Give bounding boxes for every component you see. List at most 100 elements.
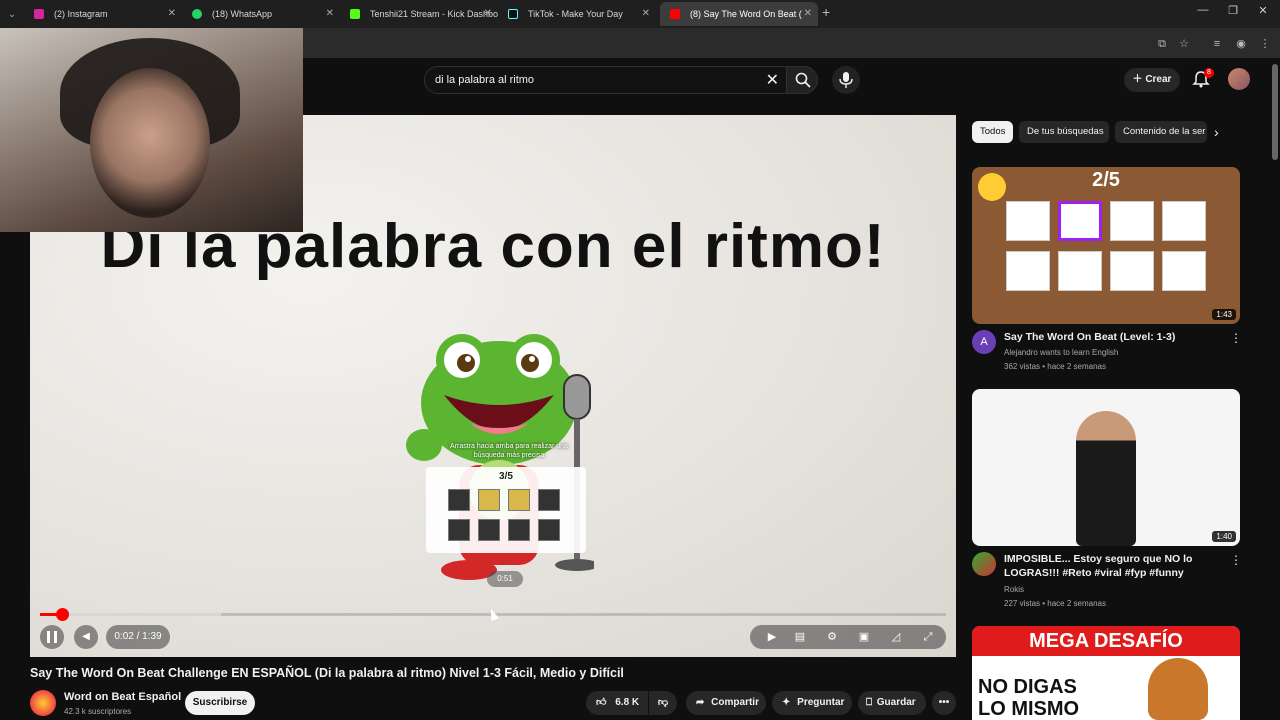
like-button[interactable]: 👍︎ 6.8 K — [586, 691, 648, 715]
preview-cell — [478, 489, 500, 511]
more-vertical-icon[interactable]: ⋮ — [1230, 331, 1242, 345]
preview-cell — [538, 489, 560, 511]
ask-label: Preguntar — [797, 697, 845, 708]
close-tab-icon[interactable]: ✕ — [804, 2, 812, 26]
chip-todos[interactable]: Todos — [972, 121, 1013, 143]
install-app-icon[interactable]: ⧉ — [1155, 37, 1169, 51]
pause-button[interactable] — [40, 625, 64, 649]
subscriber-count: 42.3 k suscriptores — [64, 707, 132, 716]
restore-button[interactable]: ❐ — [1218, 4, 1248, 17]
smiley-emoji-icon — [978, 173, 1006, 201]
browser-tab-instagram[interactable]: (2) Instagram ✕ — [24, 2, 182, 26]
preview-cell — [448, 519, 470, 541]
more-actions-button[interactable]: ••• — [932, 691, 956, 715]
board-cell — [1006, 201, 1050, 241]
profile-icon[interactable]: ◉ — [1234, 37, 1248, 51]
dislike-button[interactable]: 👎︎ — [649, 691, 677, 715]
page-scrollbar[interactable] — [1272, 64, 1278, 160]
volume-button[interactable]: ◀ — [74, 625, 98, 649]
browser-tab-kick[interactable]: Tenshii21 Stream - Kick Dashbo ✕ — [340, 2, 498, 26]
progress-scrubber[interactable] — [56, 608, 69, 621]
browser-menu-icon[interactable]: ⋮ — [1258, 37, 1272, 51]
board-cell — [1058, 251, 1102, 291]
banner-text: MEGA DESAFÍO — [972, 626, 1240, 656]
create-button[interactable]: ＋ Crear — [1124, 68, 1180, 92]
related-thumbnail-1[interactable]: 2/5 1:43 — [972, 167, 1240, 324]
settings-gear-icon[interactable]: ⚙ — [824, 629, 840, 645]
related-channel[interactable]: Alejandro wants to learn English — [1004, 348, 1118, 357]
save-button[interactable]: ⎕ Guardar — [858, 691, 926, 715]
webcam-overlay-image — [0, 28, 303, 232]
share-icon: ➦ — [696, 697, 705, 708]
close-window-button[interactable]: ✕ — [1248, 4, 1278, 17]
subtitles-icon[interactable]: ▤ — [792, 629, 808, 645]
board-cell — [1058, 201, 1102, 241]
browser-tab-youtube[interactable]: (8) Say The Word On Beat ( ✕ — [660, 2, 818, 26]
browser-tab-bar: ⌄ (2) Instagram ✕ (18) WhatsApp ✕ Tenshi… — [0, 0, 1280, 28]
time-display: 0:02 / 1:39 — [106, 625, 170, 649]
chip-contenido[interactable]: Contenido de la ser — [1115, 121, 1207, 143]
close-tab-icon[interactable]: ✕ — [484, 2, 492, 26]
preview-cell — [478, 519, 500, 541]
close-tab-icon[interactable]: ✕ — [642, 2, 650, 26]
chevron-right-icon[interactable]: › — [1214, 124, 1219, 140]
clear-search-icon[interactable]: ✕ — [766, 70, 779, 90]
close-tab-icon[interactable]: ✕ — [326, 2, 334, 26]
preview-cell — [538, 519, 560, 541]
ask-button[interactable]: ✦ Preguntar — [772, 691, 852, 715]
subscribe-button[interactable]: Suscribirse — [185, 691, 255, 715]
create-label: Crear — [1145, 74, 1172, 85]
related-title[interactable]: Say The Word On Beat (Level: 1-3) — [1004, 330, 1222, 344]
more-horizontal-icon: ••• — [938, 697, 950, 708]
tab-label: (2) Instagram — [54, 9, 108, 19]
tab-label: (18) WhatsApp — [212, 9, 273, 19]
bookmark-star-icon[interactable]: ☆ — [1177, 37, 1191, 51]
tab-search-icon[interactable]: ⌄ — [4, 6, 20, 22]
whatsapp-icon — [192, 9, 202, 19]
minimize-button[interactable]: — — [1188, 4, 1218, 16]
microphone-icon — [839, 72, 853, 88]
kick-icon — [350, 9, 360, 19]
share-button[interactable]: ➦ Compartir — [686, 691, 766, 715]
person-figure-image — [1076, 411, 1136, 546]
browser-tab-whatsapp[interactable]: (18) WhatsApp ✕ — [182, 2, 340, 26]
new-tab-button[interactable]: + — [822, 4, 830, 20]
preview-cell — [508, 489, 530, 511]
autoplay-toggle-icon[interactable]: ▶ — [764, 629, 780, 645]
preview-cell — [508, 519, 530, 541]
related-channel-avatar[interactable] — [972, 552, 996, 576]
user-avatar[interactable] — [1228, 68, 1250, 90]
voice-search-button[interactable] — [832, 66, 860, 94]
hover-time-tooltip: 0:51 — [487, 571, 523, 587]
channel-name[interactable]: Word on Beat Español — [64, 691, 181, 703]
thumbs-down-icon: 👎︎ — [657, 697, 669, 708]
preview-cell — [448, 489, 470, 511]
miniplayer-icon[interactable]: ▣ — [856, 629, 872, 645]
more-vertical-icon[interactable]: ⋮ — [1230, 553, 1242, 567]
related-title[interactable]: IMPOSIBLE... Estoy seguro que NO lo LOGR… — [1004, 552, 1222, 580]
browser-tab-tiktok[interactable]: TikTok - Make Your Day ✕ — [498, 2, 656, 26]
search-input[interactable]: di la palabra al ritmo ✕ — [424, 66, 788, 94]
thumbs-up-icon: 👍︎ — [596, 697, 607, 708]
search-button[interactable] — [786, 66, 818, 94]
related-thumbnail-2[interactable]: 1:40 — [972, 389, 1240, 546]
thumbnail-line-1: NO DIGAS — [978, 676, 1077, 698]
fullscreen-icon[interactable]: ⤢ — [920, 629, 936, 645]
board-cell — [1162, 251, 1206, 291]
board-cell — [1110, 201, 1154, 241]
related-meta: 362 vistas • hace 2 semanas — [1004, 362, 1106, 371]
volume-icon: ◀ — [82, 631, 90, 642]
pause-icon — [47, 631, 57, 643]
related-thumbnail-3[interactable]: MEGA DESAFÍO NO DIGAS LO MISMO — [972, 626, 1240, 720]
cast-icon[interactable]: ◿ — [888, 629, 904, 645]
channel-avatar[interactable] — [30, 690, 56, 716]
search-icon — [795, 72, 811, 88]
related-channel-avatar[interactable]: A — [972, 330, 996, 354]
chip-de-tus-busquedas[interactable]: De tus búsquedas — [1019, 121, 1109, 143]
save-label: Guardar — [876, 697, 916, 708]
close-tab-icon[interactable]: ✕ — [168, 2, 176, 26]
related-channel[interactable]: Rokis — [1004, 585, 1024, 594]
share-label: Compartir — [711, 697, 759, 708]
plus-icon: ＋ — [1132, 74, 1146, 85]
media-controls-icon[interactable]: ≡ — [1210, 37, 1224, 51]
